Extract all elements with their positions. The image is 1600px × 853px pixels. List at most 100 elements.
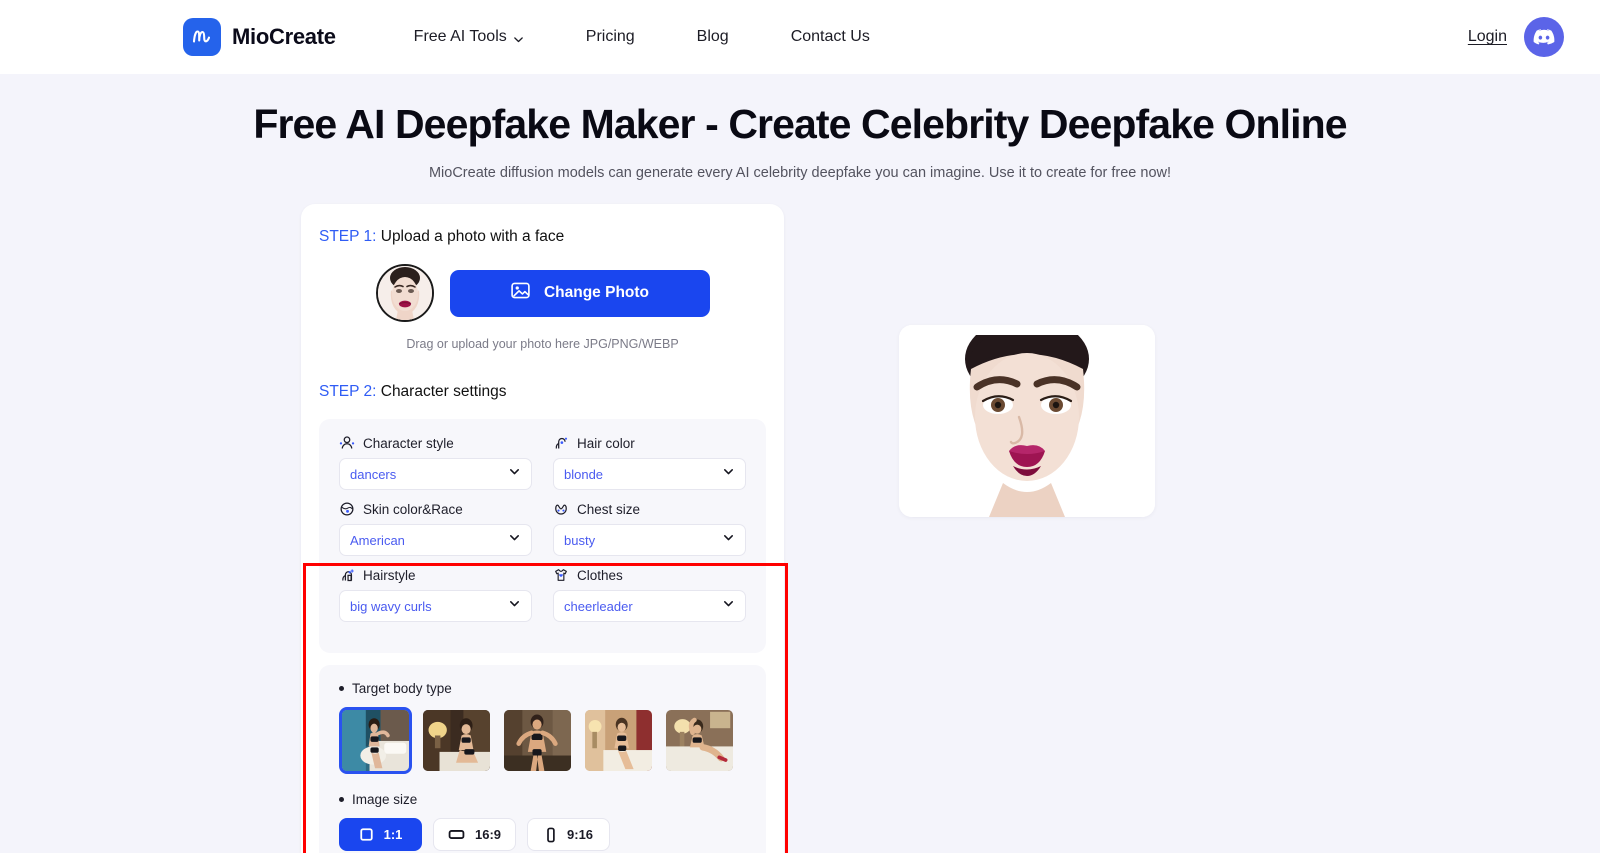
brand-name: MioCreate (232, 24, 336, 49)
bullet-icon (339, 686, 344, 692)
change-photo-label: Change Photo (543, 284, 650, 302)
nav-label: Blog (696, 28, 729, 45)
image-size-9-16-button[interactable]: 9:16 (527, 818, 611, 852)
field-hairstyle: Hairstyle big wavy curls (339, 567, 532, 633)
chest-size-select[interactable]: busty (553, 524, 746, 557)
target-body-type-label: Target body type (339, 681, 746, 696)
discord-icon[interactable] (1524, 17, 1564, 57)
field-label-text: Skin color&Race (363, 501, 463, 517)
hairstyle-label: Hairstyle (339, 567, 532, 583)
square-icon (359, 827, 374, 842)
bullet-icon (339, 797, 344, 803)
skin-color-icon (339, 501, 355, 517)
chevron-down-icon (513, 32, 524, 43)
select-value: blonde (564, 466, 604, 482)
body-type-option-2[interactable] (420, 707, 493, 774)
size-label: 16:9 (475, 827, 502, 843)
page-title: Free AI Deepfake Maker - Create Celebrit… (253, 101, 1347, 147)
nav-label: Contact Us (790, 28, 870, 45)
step-2-title: STEP 2: Character settings (319, 383, 766, 401)
chevron-down-icon (722, 531, 735, 549)
character-settings-card: Character style dancers Hair color blond… (319, 419, 766, 654)
generator-panel: STEP 1: Upload a photo with a face Chang… (301, 204, 784, 853)
nav-label: Pricing (585, 28, 635, 45)
image-size-label: Image size (339, 792, 746, 807)
step-2-lead: STEP 2: (319, 383, 377, 401)
character-style-label: Character style (339, 435, 532, 451)
nav-item-free-ai-tools[interactable]: Free AI Tools (414, 20, 524, 54)
image-size-options: 1:1 16:9 9:16 (339, 818, 746, 852)
chest-size-label: Chest size (553, 501, 746, 517)
field-label-text: Hair color (577, 435, 635, 451)
nav-item-contact-us[interactable]: Contact Us (791, 20, 870, 54)
field-character-style: Character style dancers (339, 435, 532, 501)
body-type-option-4[interactable] (582, 707, 655, 774)
body-and-size-card: Target body type Image size 1:1 16:9 9:1… (319, 665, 766, 853)
chest-size-icon (553, 501, 569, 517)
character-style-icon (339, 435, 355, 451)
clothes-select[interactable]: cheerleader (553, 590, 746, 623)
generated-face-preview[interactable] (899, 325, 1155, 518)
step-2-text: Character settings (376, 383, 507, 401)
hair-color-label: Hair color (553, 435, 746, 451)
portrait-icon (544, 827, 557, 843)
field-chest-size: Chest size busty (553, 501, 746, 567)
select-value: cheerleader (564, 598, 633, 614)
image-icon (510, 280, 531, 306)
body-type-options (339, 707, 746, 775)
size-label: 1:1 (383, 827, 403, 843)
step-1-section: STEP 1: Upload a photo with a face Chang… (301, 204, 784, 367)
body-type-option-5[interactable] (663, 707, 736, 774)
field-label-text: Chest size (577, 501, 641, 517)
brand-logo[interactable]: MioCreate (183, 18, 336, 56)
nav-item-pricing[interactable]: Pricing (586, 20, 635, 54)
nav-item-blog[interactable]: Blog (697, 20, 729, 54)
select-value: dancers (350, 466, 397, 482)
landscape-icon (448, 827, 465, 842)
select-value: busty (564, 532, 596, 548)
chevron-down-icon (722, 597, 735, 615)
miocreate-logo-icon (183, 18, 221, 56)
field-hair-color: Hair color blonde (553, 435, 746, 501)
hairstyle-icon (339, 567, 355, 583)
upload-row: Change Photo (319, 264, 766, 323)
size-label: 9:16 (567, 827, 594, 843)
chevron-down-icon (722, 465, 735, 483)
field-label-text: Character style (363, 435, 454, 451)
character-style-select[interactable]: dancers (339, 458, 532, 491)
upload-hint: Drag or upload your photo here JPG/PNG/W… (406, 337, 679, 352)
hairstyle-select[interactable]: big wavy curls (339, 590, 532, 623)
step-2-section: STEP 2: Character settings Character sty… (301, 367, 784, 654)
field-label-text: Hairstyle (363, 567, 416, 583)
change-photo-button[interactable]: Change Photo (449, 269, 710, 317)
field-clothes: Clothes cheerleader (553, 567, 746, 633)
main-stage: STEP 1: Upload a photo with a face Chang… (0, 204, 1600, 853)
step-1-text: Upload a photo with a face (376, 228, 565, 246)
hair-color-select[interactable]: blonde (553, 458, 746, 491)
label-text: Target body type (352, 681, 452, 697)
site-header: MioCreate Free AI Tools Pricing Blog Con… (0, 0, 1600, 74)
nav-label: Free AI Tools (413, 28, 507, 45)
login-link[interactable]: Login (1468, 28, 1507, 46)
skin-color-select[interactable]: American (339, 524, 532, 557)
main-nav: Free AI Tools Pricing Blog Contact Us (414, 20, 870, 54)
chevron-down-icon (508, 597, 521, 615)
header-actions: Login (1468, 17, 1564, 57)
field-skin-color-race: Skin color&Race American (339, 501, 532, 567)
body-type-option-3[interactable] (501, 707, 574, 774)
hero-section: Free AI Deepfake Maker - Create Celebrit… (0, 74, 1600, 181)
chevron-down-icon (508, 531, 521, 549)
select-value: big wavy curls (350, 598, 432, 614)
clothes-icon (553, 567, 569, 583)
uploaded-face-thumbnail[interactable] (375, 264, 434, 323)
step-1-lead: STEP 1: (319, 228, 377, 246)
clothes-label: Clothes (553, 567, 746, 583)
chevron-down-icon (508, 465, 521, 483)
hair-color-icon (553, 435, 569, 451)
image-size-1-1-button[interactable]: 1:1 (339, 818, 422, 852)
field-label-text: Clothes (577, 567, 623, 583)
select-value: American (350, 532, 405, 548)
body-type-option-1[interactable] (339, 707, 412, 775)
label-text: Image size (352, 792, 418, 808)
image-size-16-9-button[interactable]: 16:9 (433, 818, 517, 852)
